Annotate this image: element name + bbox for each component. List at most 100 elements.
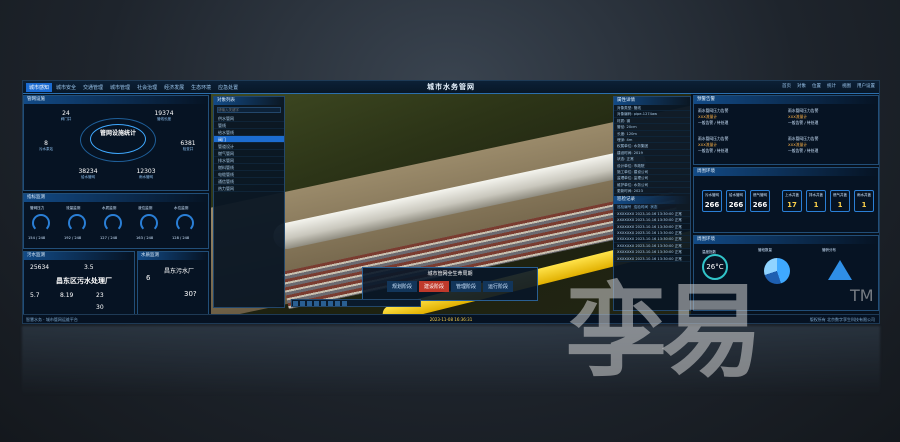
panel-title: 污水监测 (24, 252, 134, 260)
plant-value: 8.19 (60, 292, 74, 299)
top-menu-item[interactable]: 统计 (827, 83, 836, 89)
top-menu-item[interactable]: 对象 (797, 83, 806, 89)
log-cell: 正常 (674, 256, 682, 261)
stage-button-active[interactable]: 建设阶段 (418, 281, 449, 292)
tool-icon[interactable] (300, 301, 305, 306)
environment-panel: 周围环境 污水管网 266 给水管网 266 燃气管网 266 上水井盖 17 排水井盖… (693, 167, 879, 233)
panel-title: 水质监测 (138, 252, 208, 260)
datetime: 2023-11-08 16:36:31 (429, 317, 473, 322)
tool-icon[interactable] (321, 301, 326, 306)
stage-button[interactable]: 管理阶段 (451, 281, 482, 292)
env-card: 燃气井盖 1 (830, 190, 850, 212)
env-card: 燃气管网 266 (750, 190, 770, 212)
nav-tab[interactable]: 城市安全 (53, 83, 79, 92)
tree-item[interactable]: 给水管线 (214, 129, 284, 136)
page-title: 城市水务管网 (427, 83, 475, 91)
lifecycle-panel: 城市管网全生命周期 规划阶段 建设阶段 管理阶段 运行阶段 (362, 267, 538, 301)
gauge-dial (68, 214, 86, 232)
nav-tab[interactable]: 城市管理 (107, 83, 133, 92)
log-header-cell: 状态 (650, 205, 658, 210)
gauge-label: 液位监测 (138, 206, 153, 210)
tool-icon[interactable] (314, 301, 319, 306)
alert-item[interactable]: 雨水管网压力告警 XXX流量计 一般告警 / 待处理 (788, 108, 876, 126)
nav-tab[interactable]: 社会治理 (134, 83, 160, 92)
log-cell: XXXXXXX (617, 224, 635, 229)
env-card: 污水管网 266 (702, 190, 722, 212)
tree-item[interactable]: 供水管网 (214, 115, 284, 122)
alert-item[interactable]: 雨水管网压力告警 XXX流量计 一般告警 / 待处理 (788, 136, 876, 154)
tree-item[interactable]: 管线 (214, 122, 284, 129)
nav-tab[interactable]: 城市感知 (26, 82, 53, 92)
log-cell: XXXXXXX (617, 243, 635, 248)
panel-title: 对象列表 (214, 97, 284, 105)
stat-item: 6381 检查井 (176, 140, 200, 152)
log-cell: 2023-10-16 13:30:00 (635, 237, 674, 242)
status-left: 智慧水务 · 城市管网运维平台 (26, 317, 78, 322)
card-label: 给水管网 (729, 193, 743, 197)
tree-item-selected[interactable]: 阀门 (214, 136, 284, 143)
gauge-label: 水质监测 (102, 206, 117, 210)
alert-item[interactable]: 雨水管网压力告警 XXX流量计 一般告警 / 待处理 (698, 108, 786, 126)
stage-button[interactable]: 规划阶段 (386, 281, 417, 292)
plant-value: 5.7 (30, 292, 40, 299)
search-input[interactable] (217, 107, 281, 113)
log-cell: XXXXXXX (617, 218, 635, 223)
stat-item: 12303 雨水管网 (134, 168, 158, 180)
env-card: 上水井盖 17 (782, 190, 802, 212)
card-value: 1 (837, 201, 843, 209)
tree-item[interactable]: 电缆管线 (214, 171, 284, 178)
log-row[interactable]: XXXXXXX 2023-10-16 13:30:00 正常 (614, 256, 690, 262)
stat-item: 8 污水泵站 (34, 140, 58, 152)
env-card: 给水管网 266 (726, 190, 746, 212)
nav-tab[interactable]: 经济发展 (161, 83, 187, 92)
gauge-label: 流量监测 (66, 206, 81, 210)
tree-item[interactable]: 通信管线 (214, 178, 284, 185)
stat-value: 6381 (180, 140, 196, 147)
gauge-value: 154 / 248 (28, 236, 46, 240)
tool-icon[interactable] (307, 301, 312, 306)
alert-item[interactable]: 雨水管网压力告警 XXX流量计 一般告警 / 待处理 (698, 136, 786, 154)
center-label: 管网设施统计 (99, 130, 136, 137)
tool-icon[interactable] (328, 301, 333, 306)
card-label: 燃气管网 (753, 193, 767, 197)
sewage-plant-panel: 污水监测 昌东区污水处理厂 25634 3.5 5.7 8.19 23 30 (23, 251, 135, 315)
left-panel: 管网设施 管网设施统计 24 阀门井 19374 管线长度 8 污水泵站 6381 检查… (23, 95, 209, 323)
stat-label: 检查井 (182, 147, 194, 151)
tool-icon[interactable] (293, 301, 298, 306)
gauge-label: 水位监测 (174, 206, 189, 210)
log-cell: XXXXXXX (617, 256, 635, 261)
stage-button[interactable]: 运行阶段 (483, 281, 514, 292)
tree-item[interactable]: 管道设计 (214, 143, 284, 150)
stat-item: 24 阀门井 (54, 110, 78, 122)
tool-icon[interactable] (335, 301, 340, 306)
stat-value: 38234 (78, 168, 98, 175)
top-menu-item[interactable]: 首页 (782, 83, 791, 89)
gauge-value: 127 / 248 (100, 236, 118, 240)
stat-label: 阀门井 (60, 117, 72, 121)
nav-tab[interactable]: 生态环境 (188, 83, 214, 92)
log-cell: 2023-10-16 13:30:00 (635, 211, 674, 216)
tree-item[interactable]: 燃气管网 (214, 150, 284, 157)
nav-tab[interactable]: 交通管理 (80, 83, 106, 92)
plant-value: 25634 (30, 264, 50, 271)
chart-label: 管龄分布 (822, 248, 836, 252)
tool-icon[interactable] (342, 301, 347, 306)
top-menu-item[interactable]: 位置 (812, 83, 821, 89)
tree-item[interactable]: 热力管网 (214, 185, 284, 192)
alert-status: 一般告警 / 待处理 (698, 120, 729, 125)
top-menu-item[interactable]: 视图 (842, 83, 851, 89)
plant-value: 23 (96, 292, 104, 299)
log-cell: 2023-10-16 13:30:00 (635, 243, 674, 248)
stat-value: 24 (62, 110, 70, 117)
tree-item[interactable]: 燃料管线 (214, 164, 284, 171)
stat-label: 雨水管网 (139, 175, 153, 179)
copyright: 版权所有 北京数字孪生科技有限公司 (809, 317, 875, 322)
top-nav-bar: 城市感知 城市安全 交通管理 城市管理 社会治理 经济发展 生态环境 应急处置 … (23, 81, 879, 94)
nav-tab[interactable]: 应急处置 (215, 83, 241, 92)
alert-panel: 预警告警 雨水管网压力告警 XXX流量计 一般告警 / 待处理 雨水管网压力告警… (693, 95, 879, 165)
user-menu[interactable]: 用户设置 (857, 83, 875, 89)
stat-item: 19374 管线长度 (152, 110, 176, 122)
tree-item[interactable]: 排水管网 (214, 157, 284, 164)
log-cell: 正常 (674, 243, 682, 248)
top-right-menu: 首页 对象 位置 统计 视图 用户设置 (782, 83, 875, 89)
